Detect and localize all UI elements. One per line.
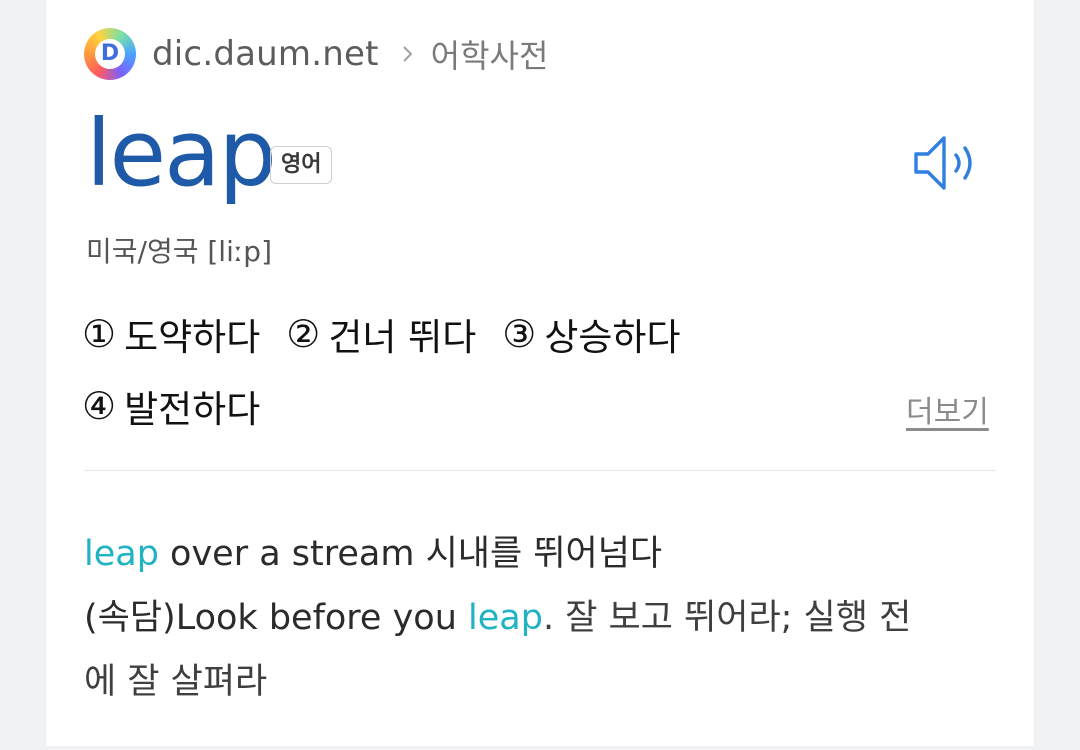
example-2-continuation-text: 에 잘 살펴라: [84, 662, 268, 702]
meaning-text-3: 상승하다: [544, 316, 681, 359]
more-link[interactable]: 더보기: [906, 387, 989, 431]
meaning-item-4: ④ 발전하다: [82, 379, 260, 433]
source-header[interactable]: D dic.daum.net 어학사전: [84, 27, 548, 81]
meaning-text-4: 발전하다: [124, 388, 261, 431]
example-2: (속담)Look before you leap. 잘 보고 뛰어라; 실행 전: [84, 586, 984, 650]
meaning-number-4: ④: [82, 384, 117, 428]
meaning-text-2: 건너 뛰다: [328, 316, 477, 359]
example-2-continuation: 에 잘 살펴라: [84, 650, 984, 714]
examples-section: leap over a stream 시내를 뛰어넘다 (속담)Look bef…: [84, 522, 984, 714]
example-2-suffix: . 잘 보고 뛰어라; 실행 전: [542, 598, 912, 638]
site-name[interactable]: dic.daum.net: [152, 34, 379, 74]
meaning-number-2: ②: [286, 312, 321, 356]
section-divider: [84, 470, 996, 471]
example-1-rest: over a stream 시내를 뛰어넘다: [158, 534, 663, 574]
breadcrumb[interactable]: 어학사전: [431, 31, 549, 77]
meanings-list: ① 도약하다 ② 건너 뛰다 ③ 상승하다 ④ 발전하다: [82, 304, 1012, 448]
logo-letter: D: [95, 39, 125, 69]
example-1: leap over a stream 시내를 뛰어넘다: [84, 522, 984, 586]
meaning-line-2: ④ 발전하다: [82, 376, 1012, 436]
meaning-item-3: ③ 상승하다: [502, 307, 680, 361]
speaker-icon[interactable]: [910, 130, 988, 196]
language-badge: 영어: [270, 146, 333, 184]
daum-logo: D: [84, 28, 136, 80]
meaning-number-3: ③: [502, 312, 537, 356]
entry-word[interactable]: leap: [86, 108, 277, 200]
meaning-item-1: ① 도약하다: [82, 307, 260, 361]
pronunciation: 미국/영국 [liːp]: [86, 235, 272, 268]
dictionary-card: D dic.daum.net 어학사전 leap 영어 미국/영국 [liːp]…: [46, 0, 1034, 746]
chevron-right-icon: [402, 46, 413, 62]
meaning-item-2: ② 건너 뛰다: [286, 307, 476, 361]
example-2-prefix: (속담)Look before you: [84, 598, 469, 638]
example-2-highlight: leap: [468, 598, 543, 638]
example-1-highlight: leap: [84, 534, 159, 574]
meaning-number-1: ①: [82, 312, 117, 356]
meaning-text-1: 도약하다: [124, 316, 261, 359]
meaning-line-1: ① 도약하다 ② 건너 뛰다 ③ 상승하다: [82, 304, 1012, 364]
